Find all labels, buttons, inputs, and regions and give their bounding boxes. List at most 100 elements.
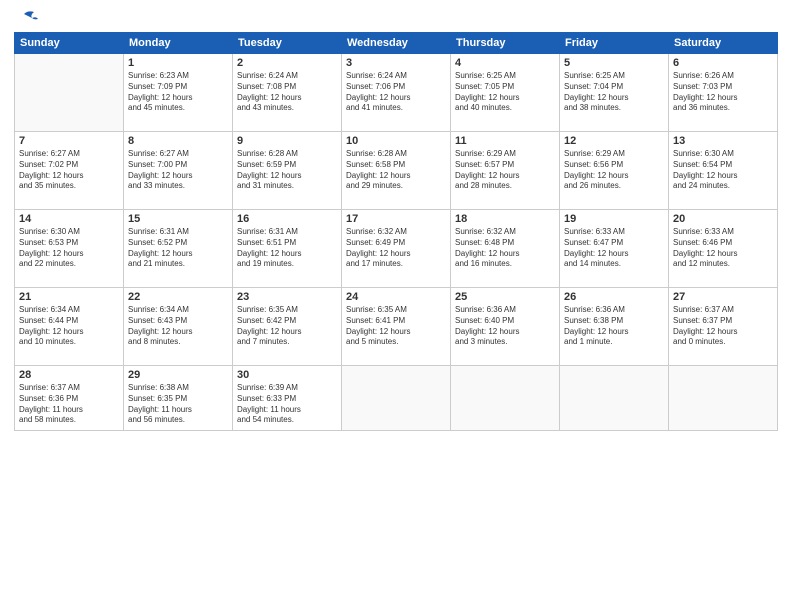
calendar-cell: 24Sunrise: 6:35 AMSunset: 6:41 PMDayligh… bbox=[342, 288, 451, 366]
day-number: 10 bbox=[346, 135, 446, 147]
calendar-cell: 15 Sunrise: 6:31 AMSunset: 6:52 PMDayligh… bbox=[124, 210, 233, 288]
day-info: Sunrise: 6:25 AMSunset: 7:05 PMDaylight:… bbox=[455, 71, 555, 114]
calendar-cell: 17 Sunrise: 6:32 AMSunset: 6:49 PMDayligh… bbox=[342, 210, 451, 288]
calendar-cell: 8 Sunrise: 6:27 AMSunset: 7:00 PMDaylight… bbox=[124, 132, 233, 210]
day-number: 2 bbox=[237, 57, 337, 69]
day-info: Sunrise: 6:34 AMSunset: 6:43 PMDaylight:… bbox=[128, 305, 228, 348]
day-number: 3 bbox=[346, 57, 446, 69]
day-number: 14 bbox=[19, 213, 119, 225]
header bbox=[14, 10, 778, 24]
day-number: 27 bbox=[673, 291, 773, 303]
calendar-cell bbox=[560, 366, 669, 431]
calendar-container: SundayMondayTuesdayWednesdayThursdayFrid… bbox=[0, 0, 792, 612]
day-of-week-header: Sunday bbox=[15, 33, 124, 54]
calendar-cell: 3 Sunrise: 6:24 AMSunset: 7:06 PMDaylight… bbox=[342, 54, 451, 132]
logo-bird-icon bbox=[16, 10, 38, 28]
calendar-cell: 1Sunrise: 6:23 AMSunset: 7:09 PMDaylight… bbox=[124, 54, 233, 132]
day-number: 6 bbox=[673, 57, 773, 69]
day-number: 25 bbox=[455, 291, 555, 303]
day-info: Sunrise: 6:38 AMSunset: 6:35 PMDaylight:… bbox=[128, 383, 228, 426]
day-number: 21 bbox=[19, 291, 119, 303]
calendar-cell: 16 Sunrise: 6:31 AMSunset: 6:51 PMDayligh… bbox=[233, 210, 342, 288]
day-info: Sunrise: 6:24 AMSunset: 7:08 PMDaylight:… bbox=[237, 71, 337, 114]
day-of-week-header: Saturday bbox=[669, 33, 778, 54]
calendar-cell bbox=[15, 54, 124, 132]
day-number: 24 bbox=[346, 291, 446, 303]
calendar-week-row: 28 Sunrise: 6:37 AMSunset: 6:36 PMDayligh… bbox=[15, 366, 778, 431]
calendar-cell: 9Sunrise: 6:28 AMSunset: 6:59 PMDaylight… bbox=[233, 132, 342, 210]
calendar-cell: 22 Sunrise: 6:34 AMSunset: 6:43 PMDayligh… bbox=[124, 288, 233, 366]
calendar-week-row: 14 Sunrise: 6:30 AMSunset: 6:53 PMDayligh… bbox=[15, 210, 778, 288]
day-info: Sunrise: 6:31 AMSunset: 6:51 PMDaylight:… bbox=[237, 227, 337, 270]
calendar-cell: 11 Sunrise: 6:29 AMSunset: 6:57 PMDayligh… bbox=[451, 132, 560, 210]
calendar-cell: 23 Sunrise: 6:35 AMSunset: 6:42 PMDayligh… bbox=[233, 288, 342, 366]
calendar-cell bbox=[669, 366, 778, 431]
day-number: 30 bbox=[237, 369, 337, 381]
day-info: Sunrise: 6:29 AMSunset: 6:56 PMDaylight:… bbox=[564, 149, 664, 192]
calendar-cell: 5 Sunrise: 6:25 AMSunset: 7:04 PMDaylight… bbox=[560, 54, 669, 132]
calendar-cell: 7Sunrise: 6:27 AMSunset: 7:02 PMDaylight… bbox=[15, 132, 124, 210]
calendar-week-row: 21 Sunrise: 6:34 AMSunset: 6:44 PMDayligh… bbox=[15, 288, 778, 366]
calendar-week-row: 7Sunrise: 6:27 AMSunset: 7:02 PMDaylight… bbox=[15, 132, 778, 210]
day-number: 11 bbox=[455, 135, 555, 147]
day-info: Sunrise: 6:33 AMSunset: 6:46 PMDaylight:… bbox=[673, 227, 773, 270]
day-number: 23 bbox=[237, 291, 337, 303]
day-info: Sunrise: 6:30 AMSunset: 6:53 PMDaylight:… bbox=[19, 227, 119, 270]
day-info: Sunrise: 6:37 AMSunset: 6:36 PMDaylight:… bbox=[19, 383, 119, 426]
day-number: 15 bbox=[128, 213, 228, 225]
day-number: 12 bbox=[564, 135, 664, 147]
calendar-cell: 14 Sunrise: 6:30 AMSunset: 6:53 PMDayligh… bbox=[15, 210, 124, 288]
day-of-week-header: Friday bbox=[560, 33, 669, 54]
day-number: 16 bbox=[237, 213, 337, 225]
calendar-cell: 28 Sunrise: 6:37 AMSunset: 6:36 PMDayligh… bbox=[15, 366, 124, 431]
day-info: Sunrise: 6:36 AMSunset: 6:38 PMDaylight:… bbox=[564, 305, 664, 348]
day-info: Sunrise: 6:24 AMSunset: 7:06 PMDaylight:… bbox=[346, 71, 446, 114]
day-number: 7 bbox=[19, 135, 119, 147]
day-info: Sunrise: 6:31 AMSunset: 6:52 PMDaylight:… bbox=[128, 227, 228, 270]
day-number: 22 bbox=[128, 291, 228, 303]
day-number: 20 bbox=[673, 213, 773, 225]
calendar-cell: 25Sunrise: 6:36 AMSunset: 6:40 PMDayligh… bbox=[451, 288, 560, 366]
day-number: 5 bbox=[564, 57, 664, 69]
calendar-week-row: 1Sunrise: 6:23 AMSunset: 7:09 PMDaylight… bbox=[15, 54, 778, 132]
calendar-cell: 27 Sunrise: 6:37 AMSunset: 6:37 PMDayligh… bbox=[669, 288, 778, 366]
day-info: Sunrise: 6:37 AMSunset: 6:37 PMDaylight:… bbox=[673, 305, 773, 348]
day-number: 9 bbox=[237, 135, 337, 147]
day-info: Sunrise: 6:26 AMSunset: 7:03 PMDaylight:… bbox=[673, 71, 773, 114]
day-info: Sunrise: 6:35 AMSunset: 6:42 PMDaylight:… bbox=[237, 305, 337, 348]
day-of-week-header: Wednesday bbox=[342, 33, 451, 54]
day-of-week-header: Thursday bbox=[451, 33, 560, 54]
calendar-cell: 10 Sunrise: 6:28 AMSunset: 6:58 PMDayligh… bbox=[342, 132, 451, 210]
calendar-cell: 20 Sunrise: 6:33 AMSunset: 6:46 PMDayligh… bbox=[669, 210, 778, 288]
day-info: Sunrise: 6:27 AMSunset: 7:00 PMDaylight:… bbox=[128, 149, 228, 192]
day-info: Sunrise: 6:30 AMSunset: 6:54 PMDaylight:… bbox=[673, 149, 773, 192]
calendar-cell: 6 Sunrise: 6:26 AMSunset: 7:03 PMDaylight… bbox=[669, 54, 778, 132]
calendar-cell: 18 Sunrise: 6:32 AMSunset: 6:48 PMDayligh… bbox=[451, 210, 560, 288]
day-info: Sunrise: 6:28 AMSunset: 6:58 PMDaylight:… bbox=[346, 149, 446, 192]
calendar-cell: 30 Sunrise: 6:39 AMSunset: 6:33 PMDayligh… bbox=[233, 366, 342, 431]
calendar-cell: 13 Sunrise: 6:30 AMSunset: 6:54 PMDayligh… bbox=[669, 132, 778, 210]
day-info: Sunrise: 6:29 AMSunset: 6:57 PMDaylight:… bbox=[455, 149, 555, 192]
calendar-table: SundayMondayTuesdayWednesdayThursdayFrid… bbox=[14, 32, 778, 431]
day-info: Sunrise: 6:23 AMSunset: 7:09 PMDaylight:… bbox=[128, 71, 228, 114]
day-number: 8 bbox=[128, 135, 228, 147]
calendar-header-row: SundayMondayTuesdayWednesdayThursdayFrid… bbox=[15, 33, 778, 54]
day-number: 18 bbox=[455, 213, 555, 225]
day-info: Sunrise: 6:39 AMSunset: 6:33 PMDaylight:… bbox=[237, 383, 337, 426]
day-info: Sunrise: 6:34 AMSunset: 6:44 PMDaylight:… bbox=[19, 305, 119, 348]
day-info: Sunrise: 6:25 AMSunset: 7:04 PMDaylight:… bbox=[564, 71, 664, 114]
day-of-week-header: Tuesday bbox=[233, 33, 342, 54]
day-number: 28 bbox=[19, 369, 119, 381]
day-number: 29 bbox=[128, 369, 228, 381]
day-number: 17 bbox=[346, 213, 446, 225]
calendar-cell: 21 Sunrise: 6:34 AMSunset: 6:44 PMDayligh… bbox=[15, 288, 124, 366]
day-info: Sunrise: 6:32 AMSunset: 6:48 PMDaylight:… bbox=[455, 227, 555, 270]
day-number: 19 bbox=[564, 213, 664, 225]
day-of-week-header: Monday bbox=[124, 33, 233, 54]
calendar-cell: 26 Sunrise: 6:36 AMSunset: 6:38 PMDayligh… bbox=[560, 288, 669, 366]
calendar-cell: 19Sunrise: 6:33 AMSunset: 6:47 PMDayligh… bbox=[560, 210, 669, 288]
day-number: 13 bbox=[673, 135, 773, 147]
day-number: 26 bbox=[564, 291, 664, 303]
day-info: Sunrise: 6:32 AMSunset: 6:49 PMDaylight:… bbox=[346, 227, 446, 270]
logo bbox=[14, 10, 38, 24]
